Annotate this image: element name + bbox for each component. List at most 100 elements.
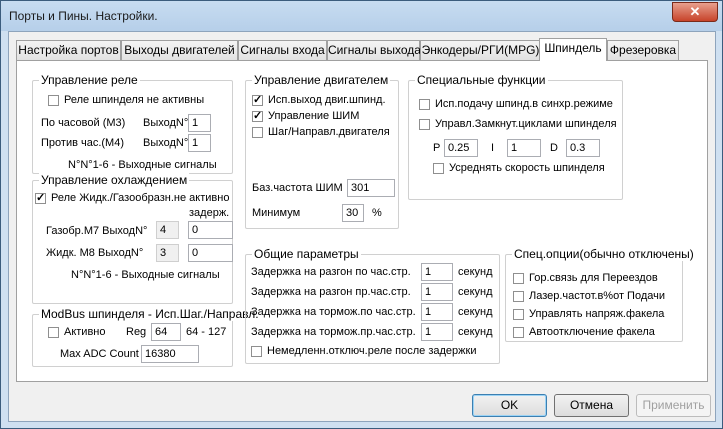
modbus-max-adc-label: Max ADC Count <box>60 348 139 360</box>
options-group-title: Спец.опции(обычно отключены) <box>512 247 696 261</box>
general-row-input[interactable]: 1 <box>421 303 453 321</box>
modbus-group-title: ModBus шпинделя - Исп.Шаг./Направл. <box>39 307 261 321</box>
tab-motor-outputs[interactable]: Выходы двигателей <box>121 40 238 60</box>
general-immediate-label: Немедленн.отключ.реле после задержки <box>267 345 477 357</box>
relay-ccw-output-input[interactable]: 1 <box>188 134 211 152</box>
relay-note: N°N°1-6 - Выходные сигналы <box>68 159 217 171</box>
modbus-reg-range: 64 - 127 <box>186 326 227 338</box>
special-closed-loop-checkbox[interactable] <box>419 119 430 130</box>
special-d-label: D <box>550 142 558 154</box>
special-p-label: P <box>433 142 441 154</box>
modbus-active-label: Активно <box>64 326 106 338</box>
tab-ports-setup[interactable]: Настройка портов <box>16 40 121 60</box>
cooling-flood-label: Жидк. M8 ВыходN° <box>46 247 144 259</box>
motor-pwm-checkbox[interactable]: ✓ <box>252 111 263 122</box>
motor-stepdir-label: Шаг/Направл.двигателя <box>268 126 390 138</box>
cooling-flood-output-input[interactable]: 3 <box>156 244 179 262</box>
cooling-group: Управление охлаждением ✓ Реле Жидк./Газо… <box>32 173 233 304</box>
close-button[interactable]: ✕ <box>672 2 718 22</box>
option-checkbox[interactable] <box>513 327 524 338</box>
modbus-max-adc-input[interactable]: 16380 <box>141 345 199 363</box>
general-row-input[interactable]: 1 <box>421 323 453 341</box>
general-row-unit: секунд <box>458 306 493 318</box>
relay-cw-out-label: ВыходN° <box>143 117 189 129</box>
modbus-reg-input[interactable]: 64 <box>151 323 181 341</box>
cancel-button[interactable]: Отмена <box>554 394 629 417</box>
cooling-disabled-label: Реле Жидк./Газообразн.не активно <box>51 192 230 204</box>
motor-pwm-label: Управление ШИМ <box>268 110 360 122</box>
option-checkbox[interactable] <box>513 309 524 320</box>
special-group-title: Специальные функции <box>415 73 548 87</box>
general-row-label: Задержка на разгон пр.час.стр. <box>251 286 411 298</box>
modbus-active-checkbox[interactable] <box>48 327 59 338</box>
apply-button[interactable]: Применить <box>636 394 711 417</box>
window-client: Настройка портов Выходы двигателей Сигна… <box>8 31 716 422</box>
cooling-disabled-checkbox[interactable]: ✓ <box>35 193 46 204</box>
general-group: Общие параметры Задержка на разгон по ча… <box>245 247 500 364</box>
special-closed-loop-label: Управл.Замкнут.циклами шпинделя <box>435 118 617 130</box>
general-row-input[interactable]: 1 <box>421 283 453 301</box>
relay-group: Управление реле Реле шпинделя не активны… <box>32 73 233 174</box>
motor-use-output-label: Исп.выход двиг.шпинд. <box>268 94 386 106</box>
motor-group-title: Управление двигателем <box>252 73 391 87</box>
general-row-label: Задержка на разгон по час.стр. <box>251 266 411 278</box>
motor-use-output-checkbox[interactable]: ✓ <box>252 95 263 106</box>
tab-milling[interactable]: Фрезеровка <box>607 40 679 60</box>
relay-disabled-label: Реле шпинделя не активны <box>64 94 205 106</box>
cooling-note: N°N°1-6 - Выходные сигналы <box>71 269 220 281</box>
cooling-mist-label: Газобр.M7 ВыходN° <box>46 225 148 237</box>
title-bar[interactable]: Порты и Пины. Настройки. ✕ <box>1 1 722 31</box>
modbus-group: ModBus шпинделя - Исп.Шаг./Направл. Акти… <box>32 307 261 367</box>
general-row-input[interactable]: 1 <box>421 263 453 281</box>
motor-base-freq-input[interactable]: 301 <box>347 179 395 197</box>
option-label: Управлять напряж.факела <box>529 308 665 320</box>
ok-button[interactable]: OK <box>472 394 547 417</box>
modbus-reg-label: Reg <box>126 326 147 338</box>
option-checkbox[interactable] <box>513 273 524 284</box>
motor-group: Управление двигателем ✓ Исп.выход двиг.ш… <box>245 73 399 229</box>
option-checkbox[interactable] <box>513 291 524 302</box>
relay-cw-output-input[interactable]: 1 <box>188 114 211 132</box>
tab-input-signals[interactable]: Сигналы входа <box>238 40 327 60</box>
option-label: Лазер.частот.в%от Подачи <box>529 290 665 302</box>
motor-base-freq-label: Баз.частота ШИМ <box>252 182 343 194</box>
tab-output-signals[interactable]: Сигналы выхода <box>327 40 421 60</box>
settings-window: Порты и Пины. Настройки. ✕ Настройка пор… <box>0 0 723 429</box>
special-i-label: I <box>491 142 495 154</box>
cooling-mist-output-input[interactable]: 4 <box>156 221 179 239</box>
relay-disabled-checkbox[interactable] <box>48 95 59 106</box>
general-row-label: Задержка на тормож.по час.стр. <box>251 306 416 318</box>
general-row-unit: секунд <box>458 286 493 298</box>
relay-ccw-label: Против час.(M4) <box>41 137 124 149</box>
general-immediate-checkbox[interactable] <box>251 346 262 357</box>
spindle-panel: Управление реле Реле шпинделя не активны… <box>16 60 708 382</box>
general-group-title: Общие параметры <box>252 247 361 261</box>
special-i-input[interactable]: 1 <box>507 139 541 157</box>
options-group: Спец.опции(обычно отключены) Гор.связь д… <box>505 247 696 342</box>
special-d-input[interactable]: 0.3 <box>566 139 600 157</box>
cooling-delay-label: задерж. <box>189 207 230 219</box>
cooling-mist-delay-input[interactable]: 0 <box>188 221 233 239</box>
general-row-label: Задержка на тормож.пр.час.стр. <box>251 326 416 338</box>
motor-min-unit: % <box>372 207 382 219</box>
tab-spindle[interactable]: Шпиндель <box>539 38 607 61</box>
cooling-group-title: Управление охлаждением <box>39 173 190 187</box>
motor-stepdir-checkbox[interactable] <box>252 127 263 138</box>
special-sync-label: Исп.подачу шпинд.в синхр.режиме <box>435 98 613 110</box>
relay-cw-label: По часовой (M3) <box>41 117 126 129</box>
window-title: Порты и Пины. Настройки. <box>9 9 158 23</box>
relay-ccw-out-label: ВыходN° <box>143 137 189 149</box>
general-row-unit: секунд <box>458 326 493 338</box>
cooling-flood-delay-input[interactable]: 0 <box>188 244 233 262</box>
tab-encoders-mpg[interactable]: Энкодеры/РГИ(MPG) <box>420 40 541 60</box>
relay-group-title: Управление реле <box>39 73 140 87</box>
motor-min-input[interactable]: 30 <box>342 204 364 222</box>
option-label: Автоотключение факела <box>529 326 655 338</box>
special-avg-checkbox[interactable] <box>433 163 444 174</box>
motor-min-label: Минимум <box>252 207 301 219</box>
general-row-unit: секунд <box>458 266 493 278</box>
special-sync-checkbox[interactable] <box>419 99 430 110</box>
special-avg-label: Усреднять скорость шпинделя <box>449 162 605 174</box>
special-p-input[interactable]: 0.25 <box>444 139 478 157</box>
special-group: Специальные функции Исп.подачу шпинд.в с… <box>408 73 623 200</box>
